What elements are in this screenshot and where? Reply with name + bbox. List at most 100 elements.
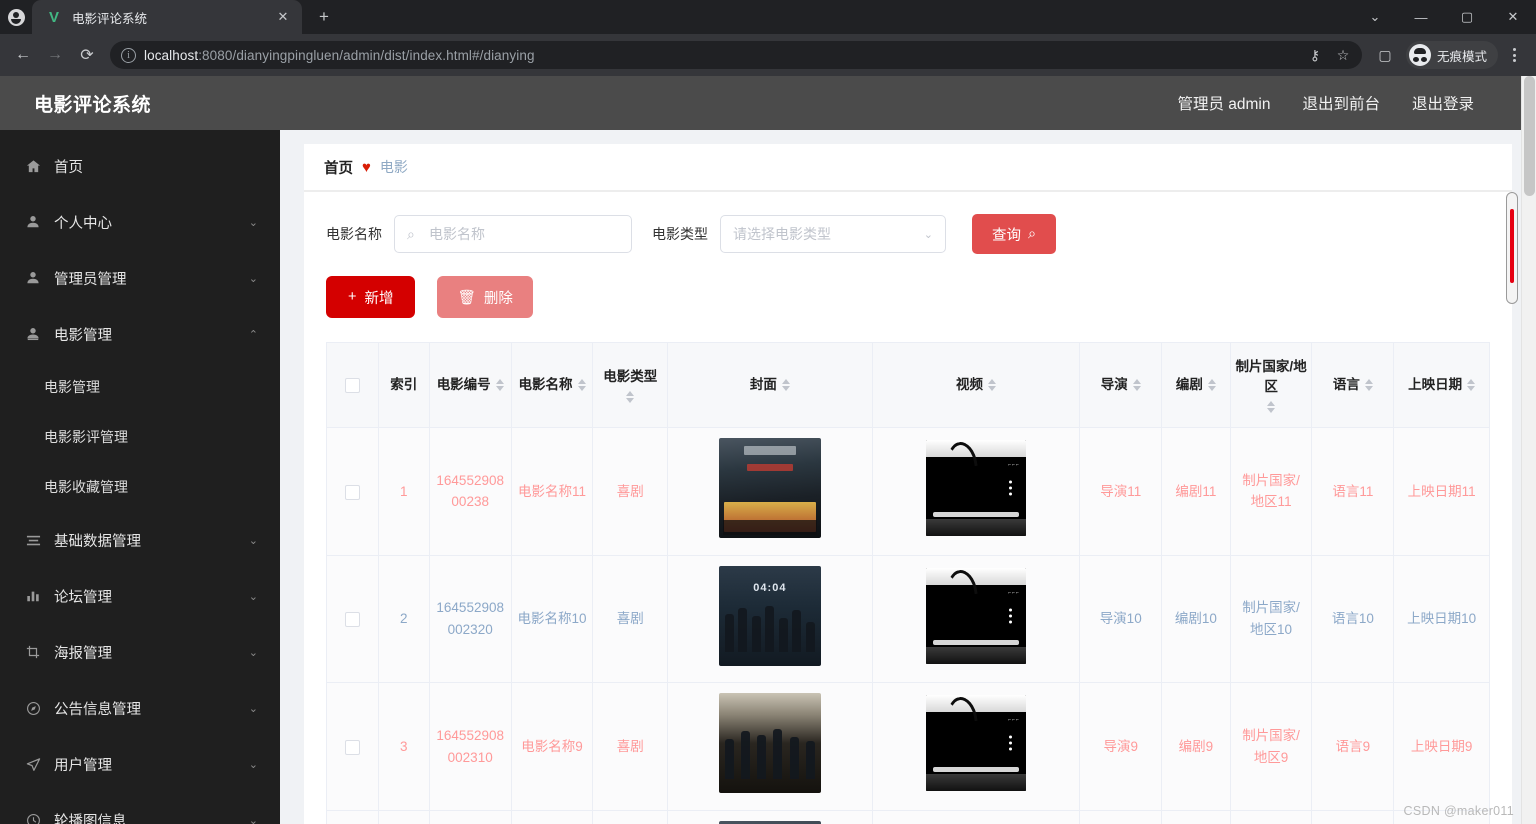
- reload-icon[interactable]: ⟳: [72, 40, 102, 70]
- sort-icon[interactable]: [1364, 379, 1373, 392]
- browser-menu-icon[interactable]: [1500, 40, 1528, 70]
- video-thumbnail[interactable]: ⌐⌐⌐: [925, 567, 1026, 664]
- sidebar-subitem-movie-management[interactable]: 电影管理: [0, 362, 280, 412]
- sort-icon[interactable]: [987, 379, 996, 392]
- cell-index: 1: [378, 427, 430, 556]
- select-all-checkbox[interactable]: [344, 378, 360, 394]
- col-language[interactable]: 语言: [1311, 343, 1395, 429]
- close-tab-icon[interactable]: ✕: [274, 8, 292, 26]
- password-key-icon[interactable]: ⚷: [1302, 42, 1328, 68]
- sidebar-item-home[interactable]: 首页: [0, 138, 280, 194]
- back-icon[interactable]: ←: [8, 40, 38, 70]
- table-row[interactable]: [327, 810, 1489, 824]
- movie-name-input[interactable]: [429, 226, 619, 242]
- sort-icon[interactable]: [1267, 401, 1276, 414]
- sort-icon[interactable]: [577, 379, 586, 392]
- sidebar-item-announcement-management[interactable]: 公告信息管理 ⌄: [0, 680, 280, 736]
- sidebar-subitem-movie-review-management[interactable]: 电影影评管理: [0, 412, 280, 462]
- sidebar-item-forum-management[interactable]: 论坛管理 ⌄: [0, 568, 280, 624]
- sidebar-item-label: 论坛管理: [54, 589, 112, 606]
- table-row[interactable]: 1 16455290800238 电影名称11 喜剧 ⌐⌐⌐ 导演11 编剧11…: [327, 427, 1489, 556]
- app-brand: 电影评论系统: [0, 76, 280, 130]
- sort-icon[interactable]: [1207, 379, 1216, 392]
- movie-name-input-wrap[interactable]: ⌕: [394, 215, 632, 253]
- col-country[interactable]: 制片国家/地区: [1230, 343, 1313, 429]
- col-name-label: 电影名称: [518, 377, 573, 393]
- row-checkbox[interactable]: [344, 612, 360, 628]
- sort-icon[interactable]: [1132, 379, 1141, 392]
- table-row[interactable]: 3 164552908002310 电影名称9 喜剧 ⌐⌐⌐ 导演9 编剧9 制…: [327, 682, 1489, 811]
- page-scrollbar[interactable]: [1521, 76, 1536, 824]
- cell-cover: [667, 810, 873, 824]
- row-select-cell: [327, 555, 379, 684]
- cover-thumbnail[interactable]: 04:04: [718, 565, 821, 666]
- video-thumbnail[interactable]: ⌐⌐⌐: [925, 695, 1026, 792]
- home-icon: [24, 159, 42, 174]
- inner-scrollbar[interactable]: [1506, 192, 1518, 304]
- site-info-icon[interactable]: i: [121, 47, 136, 63]
- cell-name: 电影名称11: [511, 427, 594, 556]
- url-host: localhost: [144, 47, 199, 63]
- row-checkbox[interactable]: [344, 484, 360, 500]
- cover-thumbnail[interactable]: [718, 693, 821, 794]
- col-release-date[interactable]: 上映日期: [1393, 343, 1489, 429]
- table-row[interactable]: 2 164552908002320 电影名称10 喜剧 04:04 ⌐⌐⌐ 导演…: [327, 555, 1489, 684]
- cell-type: 喜剧: [592, 682, 669, 811]
- topbar-exit-frontend-link[interactable]: 退出到前台: [1302, 92, 1380, 114]
- sidebar-item-movie-management[interactable]: 电影管理 ⌃: [0, 306, 280, 362]
- col-code[interactable]: 电影编号: [429, 343, 512, 429]
- sidebar-item-user-management[interactable]: 用户管理 ⌄: [0, 736, 280, 792]
- profile-avatar-button[interactable]: [0, 0, 32, 34]
- cell-writer: 编剧11: [1161, 427, 1231, 556]
- col-video[interactable]: 视频: [872, 343, 1081, 429]
- browser-tab-active[interactable]: V 电影评论系统 ✕: [32, 0, 302, 34]
- sidebar-item-basic-data-management[interactable]: 基础数据管理 ⌄: [0, 512, 280, 568]
- sidebar-item-personal-center[interactable]: 个人中心 ⌄: [0, 194, 280, 250]
- chevron-down-icon: ⌄: [248, 814, 258, 824]
- chevron-down-icon: ⌄: [248, 216, 258, 229]
- movie-table-container: 索引 电影编号 电影名称 电影类型 封面 视频 导演 编剧 制片国家/地区 语言…: [326, 342, 1490, 824]
- add-button[interactable]: + 新增: [326, 276, 416, 318]
- video-thumbnail[interactable]: ⌐⌐⌐: [925, 440, 1026, 537]
- new-tab-button[interactable]: +: [310, 3, 338, 31]
- page-scrollbar-thumb[interactable]: [1524, 76, 1535, 196]
- sidebar-subitem-movie-favorite-management[interactable]: 电影收藏管理: [0, 462, 280, 512]
- breadcrumb-home[interactable]: 首页: [324, 157, 353, 178]
- chevron-down-icon: ⌄: [248, 272, 258, 285]
- bookmark-star-icon[interactable]: ☆: [1330, 42, 1356, 68]
- sort-icon[interactable]: [626, 391, 635, 404]
- cover-thumbnail[interactable]: [718, 438, 821, 539]
- chevron-down-icon: ⌄: [248, 590, 258, 603]
- sidebar-item-carousel-info[interactable]: 轮播图信息 ⌄: [0, 792, 280, 824]
- side-panel-icon[interactable]: ▢: [1370, 40, 1400, 70]
- sort-icon[interactable]: [1467, 379, 1476, 392]
- crop-icon: [24, 645, 42, 659]
- sidebar-item-label: 轮播图信息: [54, 813, 127, 824]
- sidebar-item-admin-management[interactable]: 管理员管理 ⌄: [0, 250, 280, 306]
- col-cover[interactable]: 封面: [667, 343, 873, 429]
- movie-type-select[interactable]: 请选择电影类型 ⌄: [720, 215, 946, 253]
- inner-scrollbar-thumb[interactable]: [1510, 209, 1514, 283]
- sort-icon[interactable]: [495, 379, 504, 392]
- incognito-indicator[interactable]: 无痕模式: [1405, 41, 1498, 69]
- cell-country: 制片国家/地区10: [1230, 555, 1313, 684]
- sort-icon[interactable]: [781, 379, 790, 392]
- search-form: 电影名称 ⌕ 电影类型 请选择电影类型 ⌄ 查询: [326, 214, 1490, 254]
- address-bar[interactable]: i localhost:8080/dianyingpingluen/admin/…: [110, 41, 1362, 69]
- sidebar-item-poster-management[interactable]: 海报管理 ⌄: [0, 624, 280, 680]
- col-type[interactable]: 电影类型: [592, 343, 669, 429]
- cell-video: ⌐⌐⌐: [872, 555, 1081, 684]
- col-name[interactable]: 电影名称: [511, 343, 594, 429]
- topbar-logout-link[interactable]: 退出登录: [1412, 92, 1474, 114]
- minimize-window-button[interactable]: —: [1398, 0, 1444, 34]
- cell-index: 3: [378, 682, 430, 811]
- tab-search-chevron-icon[interactable]: ⌄: [1352, 0, 1398, 34]
- search-button[interactable]: 查询 ⌕: [972, 214, 1057, 254]
- close-window-button[interactable]: ✕: [1490, 0, 1536, 34]
- maximize-window-button[interactable]: ▢: [1444, 0, 1490, 34]
- col-director[interactable]: 导演: [1079, 343, 1163, 429]
- forward-icon[interactable]: →: [40, 40, 70, 70]
- row-checkbox[interactable]: [344, 739, 360, 755]
- delete-button[interactable]: 🗑 删除: [437, 276, 533, 318]
- col-writer[interactable]: 编剧: [1161, 343, 1231, 429]
